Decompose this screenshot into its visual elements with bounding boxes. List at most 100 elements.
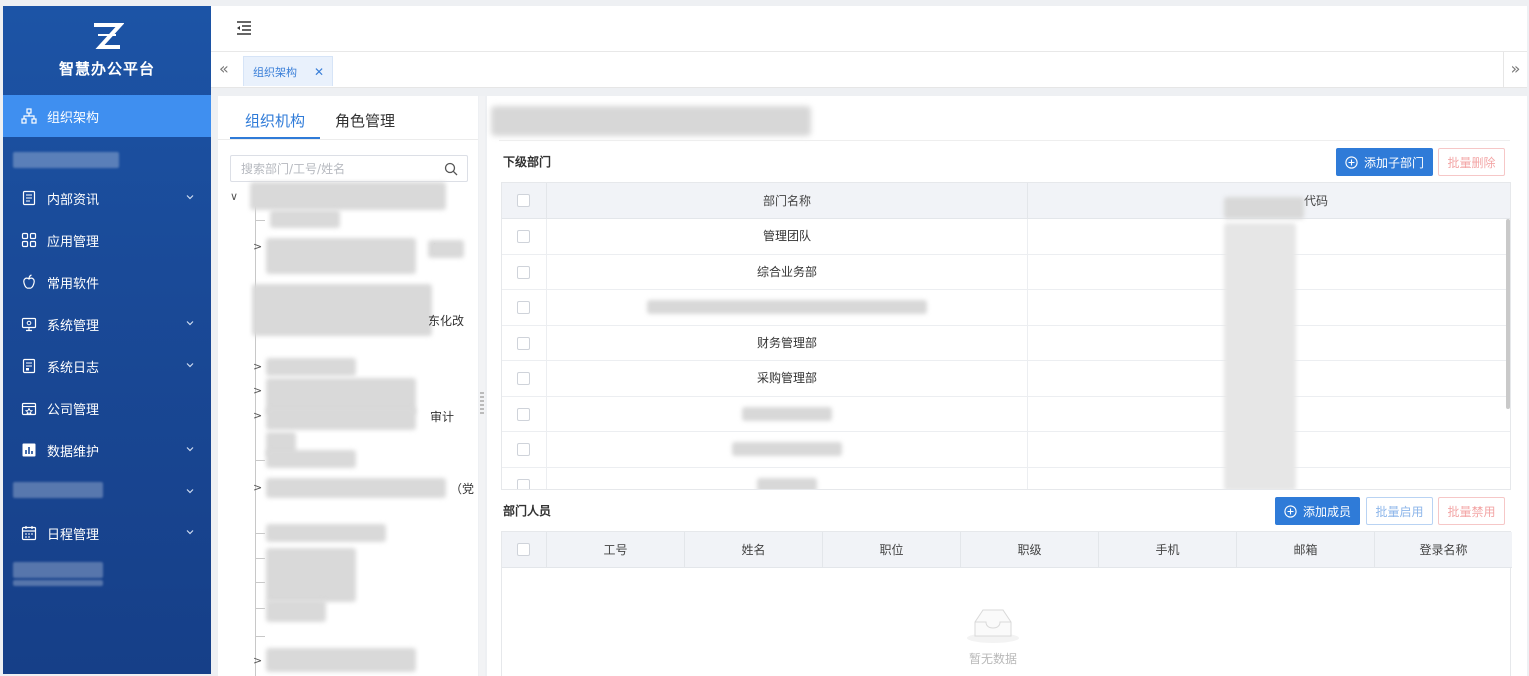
add-member-button[interactable]: 添加成员 <box>1275 497 1360 525</box>
select-all-checkbox[interactable] <box>517 543 530 556</box>
tree-node[interactable] <box>270 210 340 228</box>
tree-node[interactable] <box>266 478 446 498</box>
grid-icon <box>21 232 37 248</box>
tree-expand-chevron-icon[interactable]: > <box>253 654 262 667</box>
row-checkbox[interactable] <box>517 407 530 421</box>
tree-node[interactable] <box>250 182 446 210</box>
section-title-members: 部门人员 <box>503 504 552 518</box>
tree-guide-line <box>255 608 265 609</box>
tab-bar: « 组织架构 ✕ » <box>211 52 1527 88</box>
sidebar-item-system[interactable]: 系统管理 <box>3 303 211 345</box>
department-detail-panel: 下级部门 添加子部门 批量删除 部门名称 代码 管理团队 综合业务部 财务管理部 采购… <box>487 96 1527 676</box>
tree-node[interactable] <box>266 450 356 468</box>
table-row[interactable] <box>502 432 1510 468</box>
sidebar-item-schedule[interactable]: 日程管理 <box>3 512 211 554</box>
tree-expand-chevron-icon[interactable]: > <box>253 240 262 253</box>
tree-expanded-chevron-icon[interactable]: ∨ <box>230 190 238 203</box>
tree-node[interactable] <box>252 284 432 336</box>
tree-node[interactable] <box>266 524 386 542</box>
tree-node[interactable] <box>266 358 356 376</box>
department-name-cell: 采购管理部 <box>547 361 1028 396</box>
tree-search <box>230 155 468 182</box>
tree-node[interactable] <box>266 238 416 274</box>
table-scrollbar[interactable] <box>1506 219 1510 409</box>
top-bar <box>211 6 1527 52</box>
row-checkbox[interactable] <box>517 301 530 314</box>
tree-guide-line <box>255 206 256 676</box>
table-row[interactable] <box>502 396 1510 432</box>
tree-node[interactable] <box>266 548 356 602</box>
row-checkbox[interactable] <box>517 478 530 489</box>
table-row[interactable]: 管理团队 <box>502 219 1510 255</box>
sidebar-item-label: 日程管理 <box>47 527 100 543</box>
tab-org[interactable]: 组织架构 ✕ <box>243 56 333 86</box>
table-row[interactable]: 财务管理部 <box>502 325 1510 361</box>
button-label: 批量禁用 <box>1447 504 1496 519</box>
row-checkbox[interactable] <box>517 265 530 279</box>
row-checkbox[interactable] <box>517 336 530 350</box>
redacted-department-name <box>647 300 927 314</box>
panel-resize-handle[interactable] <box>479 96 485 676</box>
table-header: 部门名称 代码 <box>502 183 1510 219</box>
sidebar-item-apps[interactable]: 应用管理 <box>3 219 211 261</box>
table-row[interactable]: 采购管理部 <box>502 361 1510 397</box>
org-chart-icon <box>21 108 37 124</box>
sidebar-item-data[interactable]: 数据维护 <box>3 429 211 471</box>
menu-collapse-icon[interactable] <box>235 20 253 36</box>
tree-node[interactable] <box>266 648 416 672</box>
row-checkbox[interactable] <box>517 372 530 385</box>
add-sub-department-button[interactable]: 添加子部门 <box>1336 148 1433 176</box>
tree-node-text: （党 <box>450 482 475 496</box>
row-select-cell <box>502 219 547 254</box>
row-checkbox[interactable] <box>517 230 530 243</box>
table-row[interactable] <box>502 467 1510 489</box>
sidebar-item-label: 系统管理 <box>47 318 100 334</box>
column-header[interactable]: 手机 <box>1099 532 1237 568</box>
sidebar-item-software[interactable]: 常用软件 <box>3 261 211 303</box>
chevron-down-icon <box>186 489 194 494</box>
batch-delete-button[interactable]: 批量删除 <box>1438 148 1505 176</box>
tree-node[interactable] <box>266 600 326 622</box>
search-icon[interactable] <box>444 162 458 176</box>
column-header[interactable]: 姓名 <box>685 532 823 568</box>
chevron-down-icon <box>186 363 194 368</box>
tree-node[interactable] <box>266 408 416 430</box>
tab-org-structure[interactable]: 组织机构 <box>245 110 305 131</box>
column-header[interactable]: 邮箱 <box>1237 532 1375 568</box>
column-header[interactable]: 职位 <box>823 532 961 568</box>
close-icon[interactable]: ✕ <box>314 65 324 79</box>
row-checkbox[interactable] <box>517 443 530 456</box>
sidebar-item-company[interactable]: 公司管理 <box>3 387 211 429</box>
column-header[interactable]: 部门名称 <box>547 183 1028 219</box>
row-select-cell <box>502 361 547 396</box>
search-input[interactable] <box>231 156 431 181</box>
table-row[interactable]: 综合业务部 <box>502 254 1510 290</box>
column-header[interactable]: 职级 <box>961 532 1099 568</box>
row-select-cell <box>502 396 547 432</box>
tree-expand-chevron-icon[interactable]: > <box>253 360 262 373</box>
batch-enable-button[interactable]: 批量启用 <box>1366 497 1433 525</box>
tree-guide-line <box>255 582 265 583</box>
department-name-cell <box>547 467 1028 489</box>
tabs-scroll-right-icon[interactable]: » <box>1503 52 1527 88</box>
divider <box>499 140 1510 141</box>
redacted-department-name <box>742 406 832 421</box>
table-row[interactable] <box>502 290 1510 326</box>
department-name-cell: 综合业务部 <box>547 254 1028 290</box>
redacted-code-column <box>1224 223 1296 489</box>
column-header[interactable]: 登录名称 <box>1375 532 1512 568</box>
tabs-scroll-left-icon[interactable]: « <box>219 60 233 78</box>
column-header[interactable]: 工号 <box>547 532 685 568</box>
sidebar-item-org[interactable]: 组织架构 <box>3 95 211 137</box>
logo-icon <box>94 22 124 49</box>
tree-expand-chevron-icon[interactable]: > <box>253 481 262 494</box>
sidebar-item-news[interactable]: 内部资讯 <box>3 177 211 219</box>
tree-expand-chevron-icon[interactable]: > <box>253 384 262 397</box>
sidebar-item-logs[interactable]: 系统日志 <box>3 345 211 387</box>
tab-role-management[interactable]: 角色管理 <box>335 110 395 131</box>
tree-expand-chevron-icon[interactable]: > <box>253 409 262 422</box>
batch-disable-button[interactable]: 批量禁用 <box>1438 497 1505 525</box>
tree-node[interactable] <box>428 240 464 258</box>
sidebar-item-label: 公司管理 <box>47 402 100 418</box>
select-all-checkbox[interactable] <box>517 194 530 207</box>
